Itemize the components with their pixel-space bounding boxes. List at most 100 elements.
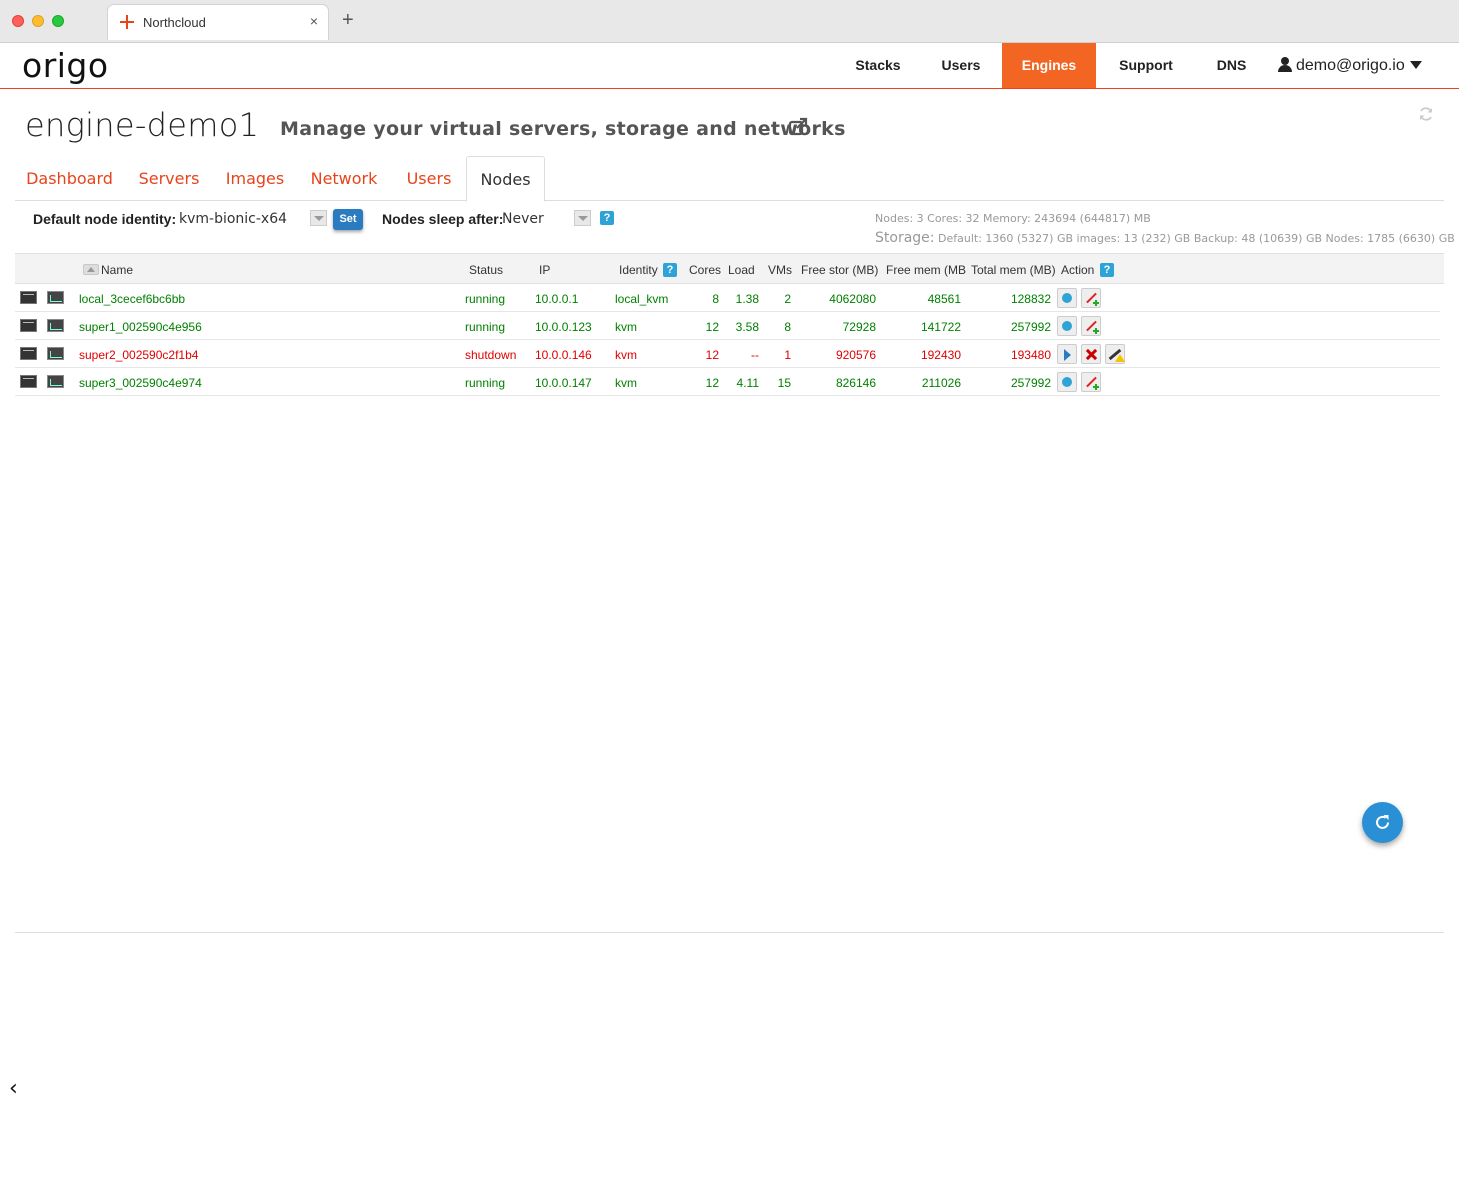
external-link-icon[interactable]: [788, 117, 808, 137]
column-free-stor[interactable]: Free stor (MB): [801, 263, 878, 277]
column-identity[interactable]: Identity: [619, 263, 658, 277]
monitor-icon[interactable]: [47, 319, 64, 332]
node-identity[interactable]: kvm: [615, 348, 637, 362]
edit-node-icon[interactable]: [1081, 288, 1101, 308]
storage-stats-values: Default: 1360 (5327) GB images: 13 (232)…: [934, 232, 1455, 245]
node-free-stor: 826146: [835, 376, 876, 390]
identity-dropdown-icon[interactable]: [310, 210, 327, 226]
node-load: 3.58: [735, 320, 759, 334]
node-free-mem: 48561: [927, 292, 961, 306]
nav-users[interactable]: Users: [932, 43, 990, 88]
node-name[interactable]: local_3cecef6bc6bb: [79, 292, 185, 306]
column-free-mem[interactable]: Free mem (MB: [886, 263, 966, 277]
nav-stacks[interactable]: Stacks: [848, 43, 908, 88]
node-name[interactable]: super2_002590c2f1b4: [79, 348, 198, 362]
tab-users[interactable]: Users: [400, 156, 458, 201]
table-row[interactable]: super2_002590c2f1b4 shutdown 10.0.0.146 …: [15, 340, 1440, 368]
monitor-icon[interactable]: [47, 291, 64, 304]
console-icon[interactable]: [20, 319, 37, 332]
table-row[interactable]: super3_002590c4e974 running 10.0.0.147 k…: [15, 368, 1440, 396]
edit-node-icon[interactable]: [1081, 372, 1101, 392]
page-title: engine-demo1: [25, 106, 260, 144]
node-cores: 8: [712, 292, 719, 306]
node-status: running: [465, 376, 506, 390]
browser-tab-title: Northcloud: [143, 15, 206, 30]
identity-help-icon[interactable]: ?: [663, 263, 677, 277]
tab-close-icon[interactable]: ×: [310, 13, 318, 29]
origo-logo[interactable]: origo: [22, 46, 109, 85]
console-icon[interactable]: [20, 291, 37, 304]
column-name[interactable]: Name: [101, 263, 133, 277]
console-icon[interactable]: [20, 347, 37, 360]
tab-servers[interactable]: Servers: [133, 156, 205, 201]
monitor-icon[interactable]: [47, 375, 64, 388]
console-icon[interactable]: [20, 375, 37, 388]
tab-dashboard[interactable]: Dashboard: [17, 156, 122, 201]
storage-stats: Storage: Default: 1360 (5327) GB images:…: [875, 230, 1455, 246]
nav-engines[interactable]: Engines: [1002, 43, 1096, 88]
node-free-stor: 4062080: [829, 292, 876, 306]
table-row[interactable]: local_3cecef6bc6bb running 10.0.0.1 loca…: [15, 284, 1440, 312]
node-ip: 10.0.0.147: [535, 376, 592, 390]
set-button[interactable]: Set: [333, 209, 363, 230]
nav-dns[interactable]: DNS: [1204, 43, 1259, 88]
node-name[interactable]: super1_002590c4e956: [79, 320, 202, 334]
sort-ascending-icon[interactable]: [83, 264, 99, 275]
delete-icon[interactable]: [1081, 344, 1101, 364]
node-total-mem: 257992: [1010, 376, 1051, 390]
nav-support[interactable]: Support: [1108, 43, 1184, 88]
maximize-window-button[interactable]: [52, 15, 64, 27]
node-cores: 12: [705, 376, 719, 390]
sleep-value[interactable]: Never: [502, 211, 544, 227]
sleep-help-icon[interactable]: ?: [600, 211, 614, 225]
tab-network[interactable]: Network: [305, 156, 383, 201]
column-cores[interactable]: Cores: [689, 263, 721, 277]
refresh-button[interactable]: [1362, 802, 1403, 843]
column-load[interactable]: Load: [728, 263, 755, 277]
node-status: running: [465, 292, 506, 306]
column-action: Action: [1061, 263, 1095, 277]
node-total-mem: 193480: [1010, 348, 1051, 362]
minimize-window-button[interactable]: [32, 15, 44, 27]
column-status[interactable]: Status: [469, 263, 503, 277]
page-subtitle: Manage your virtual servers, storage and…: [280, 118, 846, 140]
footer-divider: [15, 932, 1444, 933]
edit-node-icon[interactable]: [1081, 316, 1101, 336]
node-free-stor: 920576: [835, 348, 876, 362]
refresh-icon[interactable]: [1418, 106, 1434, 122]
monitor-icon[interactable]: [47, 347, 64, 360]
tab-images[interactable]: Images: [221, 156, 289, 201]
node-identity[interactable]: kvm: [615, 376, 637, 390]
close-window-button[interactable]: [12, 15, 24, 27]
start-icon[interactable]: [1057, 344, 1077, 364]
northcloud-favicon-icon: [120, 15, 134, 29]
node-stats: Nodes: 3 Cores: 32 Memory: 243694 (64481…: [875, 212, 1151, 225]
default-identity-label: Default node identity:: [33, 211, 177, 227]
node-status: shutdown: [465, 348, 517, 362]
refresh-fab-icon: [1376, 815, 1389, 829]
reboot-icon[interactable]: [1057, 372, 1077, 392]
node-vms: 1: [784, 348, 791, 362]
new-tab-button[interactable]: +: [342, 10, 354, 30]
node-identity[interactable]: kvm: [615, 320, 637, 334]
back-chevron-icon[interactable]: ‹: [9, 1076, 18, 1101]
column-total-mem[interactable]: Total mem (MB): [971, 263, 1056, 277]
sleep-dropdown-icon[interactable]: [574, 210, 591, 226]
maintenance-icon[interactable]: [1105, 344, 1125, 364]
account-menu[interactable]: demo@origo.io: [1278, 43, 1438, 88]
column-ip[interactable]: IP: [539, 263, 550, 277]
node-name[interactable]: super3_002590c4e974: [79, 376, 202, 390]
node-free-stor: 72928: [842, 320, 876, 334]
reboot-icon[interactable]: [1057, 316, 1077, 336]
account-email: demo@origo.io: [1296, 57, 1405, 74]
node-vms: 2: [784, 292, 791, 306]
tab-nodes[interactable]: Nodes: [466, 156, 545, 202]
action-help-icon[interactable]: ?: [1100, 263, 1114, 277]
reboot-icon[interactable]: [1057, 288, 1077, 308]
default-identity-value[interactable]: kvm-bionic-x64: [179, 211, 287, 227]
node-identity[interactable]: local_kvm: [615, 292, 668, 306]
table-row[interactable]: super1_002590c4e956 running 10.0.0.123 k…: [15, 312, 1440, 340]
browser-tab[interactable]: Northcloud ×: [107, 4, 329, 40]
node-vms: 8: [784, 320, 791, 334]
column-vms[interactable]: VMs: [768, 263, 792, 277]
